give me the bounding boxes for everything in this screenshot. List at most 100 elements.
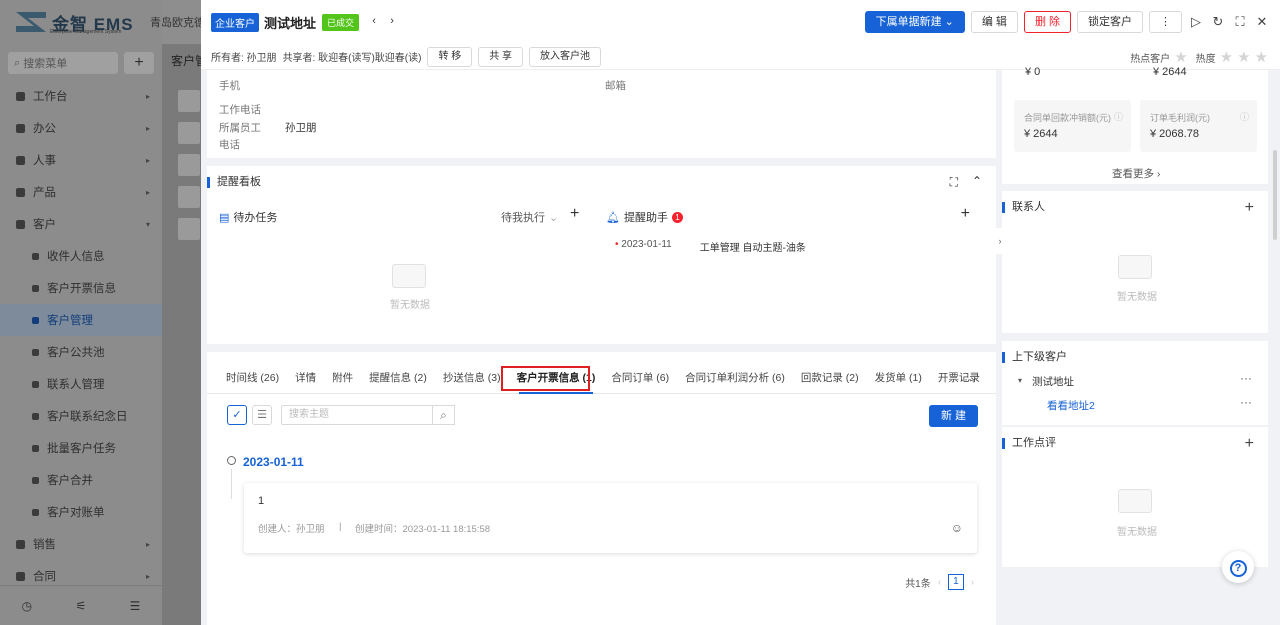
sidebar-item[interactable]: 客户管理 (0, 304, 162, 336)
sidebar-item[interactable]: 产品 ▸ (0, 176, 162, 208)
menu-search-placeholder: 搜索菜单 (23, 58, 68, 70)
tab[interactable]: 详情 (287, 352, 324, 394)
sidebar-item[interactable]: 收件人信息 (0, 240, 162, 272)
sidebar-footer: ◷ ⚟ ☰ (0, 585, 162, 625)
prev-page-icon[interactable]: ‹ (938, 577, 941, 588)
clock-icon (227, 456, 236, 465)
filter-icon[interactable]: ⚟ (75, 599, 86, 613)
add-todo-icon[interactable]: + (570, 205, 579, 223)
meta-separator: | (339, 521, 342, 532)
share-button[interactable]: 共 享 (478, 46, 524, 67)
tab[interactable]: 回款记录 (2) (793, 352, 867, 394)
list-view-icon[interactable]: ☰ (252, 405, 272, 425)
company-name: 青岛欧克德 (150, 17, 205, 29)
reminder-text: 工单管理 自动主题-油条 (699, 243, 806, 254)
sidebar-nav: 工作台 ▸ 办公 ▸ 人事 ▸ 产品 ▸ 客户 ▾ 收件人信息 客户开票信息 客户管理 客户公共池 联系人管… (0, 80, 162, 592)
sidebar-item[interactable]: 客户 ▾ (0, 208, 162, 240)
menu-search-input[interactable]: ⌕ 搜索菜单 (8, 52, 118, 74)
tab[interactable]: 开票记录 (930, 352, 988, 394)
right-scrollbar[interactable] (1273, 150, 1277, 240)
sidebar-item[interactable]: 客户公共池 (0, 336, 162, 368)
add-menu-button[interactable]: + (124, 52, 154, 74)
lock-customer-button[interactable]: 锁定客户 (1077, 11, 1143, 33)
timeline-view-icon[interactable]: ✓ (227, 405, 247, 425)
fullscreen-icon[interactable]: ⛶ (950, 175, 958, 190)
tree-expand-icon[interactable]: ▾ (1018, 376, 1022, 385)
sidebar-item[interactable]: 工作台 ▸ (0, 80, 162, 112)
next-page-icon[interactable]: › (971, 577, 974, 588)
collapse-up-icon[interactable]: ⌃ (972, 174, 982, 188)
invoice-search-input[interactable]: 搜索主题 (281, 405, 433, 425)
staff-value: 孙卫朋 (285, 122, 317, 134)
sidebar-item[interactable]: 联系人管理 (0, 368, 162, 400)
tree-root-more-icon[interactable]: ··· (1240, 371, 1252, 385)
tree-child-more-icon[interactable]: ··· (1240, 395, 1252, 409)
comment-icon[interactable]: ☺ (951, 521, 963, 535)
heat-label: 热度 (1195, 54, 1216, 65)
tab[interactable]: 抄送信息 (3) (435, 352, 509, 394)
tab[interactable]: 合同订单利润分析 (6) (677, 352, 793, 394)
timeline-line (231, 469, 232, 499)
star-icon[interactable]: ★ (1237, 50, 1250, 65)
transfer-button[interactable]: 转 移 (427, 46, 473, 67)
sidebar-item[interactable]: 销售 ▸ (0, 528, 162, 560)
collapse-menu-icon[interactable]: ☰ (130, 599, 141, 613)
related-tabs-panel: 时间线 (26) 详情 附件 提醒信息 (2) 抄送信息 (3) 客户开票信息 (1) 合同… (207, 352, 996, 625)
invoice-record-card[interactable]: 1 创建人：孙卫朋 | 创建时间：2023-01-11 18:15:58 ☺ (244, 483, 977, 553)
add-review-icon[interactable]: + (1245, 435, 1254, 453)
sidebar-item-label: 客户合并 (47, 475, 93, 487)
tab[interactable]: 合同订单 (6) (603, 352, 677, 394)
tree-child-link[interactable]: 看看地址2 (1047, 398, 1095, 413)
tab[interactable]: 发货单 (1) (867, 352, 930, 394)
remind-board-title: 提醒看板 (207, 177, 261, 188)
sidebar-item[interactable]: 客户对账单 (0, 496, 162, 528)
sidebar-item[interactable]: 客户开票信息 (0, 272, 162, 304)
add-contact-icon[interactable]: + (1245, 199, 1254, 217)
sidebar-item[interactable]: 批量客户任务 (0, 432, 162, 464)
hot-customer-label: 热点客户 (1130, 54, 1171, 65)
hot-customer-star-icon[interactable]: ★ (1174, 50, 1187, 65)
refresh-icon[interactable]: ↻ (1210, 14, 1226, 30)
metric-value-top-right: ¥ 2644 (1153, 66, 1187, 78)
chevron-down-icon: ▾ (145, 219, 150, 229)
invoice-creator: 创建人：孙卫朋 (258, 524, 325, 535)
more-actions-button[interactable]: ⋮ (1149, 11, 1182, 33)
chevron-right-icon: ▸ (145, 539, 150, 549)
page-number[interactable]: 1 (948, 574, 964, 590)
sidebar-item[interactable]: 人事 ▸ (0, 144, 162, 176)
next-record-button[interactable]: › (385, 15, 399, 29)
tree-root-label[interactable]: 测试地址 (1032, 374, 1074, 389)
sub-document-new-button[interactable]: 下属单据新建 ⌄ (864, 11, 965, 33)
menu-item-icon (16, 219, 25, 229)
tabs-overflow-button[interactable]: ··· (964, 372, 976, 386)
help-button[interactable]: ? (1222, 551, 1254, 583)
todo-filter[interactable]: 待我执行 ⌄ (501, 209, 558, 225)
tab[interactable]: 附件 (324, 352, 361, 394)
view-more-link[interactable]: 查看更多 › (1112, 166, 1160, 181)
contacts-title: 联系人 (1002, 202, 1045, 213)
view-more-label: 查看更多 (1112, 168, 1154, 180)
search-icon[interactable]: ⌕ (433, 405, 455, 425)
add-reminder-icon[interactable]: + (961, 205, 970, 223)
metric-label: 合同单回款冲销额(元) (1024, 113, 1111, 123)
sidebar-item[interactable]: 办公 ▸ (0, 112, 162, 144)
sidebar-item-label: 产品 (33, 187, 56, 199)
move-to-pool-button[interactable]: 放入客户池 (529, 46, 602, 67)
sidebar-item[interactable]: 客户合并 (0, 464, 162, 496)
tab[interactable]: 提醒信息 (2) (361, 352, 435, 394)
play-icon[interactable]: ▷ (1188, 14, 1204, 30)
history-icon[interactable]: ◷ (22, 599, 32, 613)
reminder-item[interactable]: • 2023-01-11 工单管理 自动主题-油条 (615, 239, 806, 254)
star-icon[interactable]: ★ (1255, 50, 1268, 65)
delete-button[interactable]: 删 除 (1023, 11, 1071, 33)
prev-record-button[interactable]: ‹ (367, 15, 381, 29)
edit-button[interactable]: 编 辑 (970, 11, 1018, 33)
timeline-date: 2023-01-11 (243, 455, 304, 469)
sidebar-item[interactable]: 客户联系纪念日 (0, 400, 162, 432)
new-invoice-button[interactable]: 新 建 (928, 405, 978, 427)
close-icon[interactable]: ✕ (1254, 14, 1270, 30)
fullscreen-icon[interactable]: ⛶ (1232, 14, 1248, 30)
tab[interactable]: 时间线 (26) (218, 352, 287, 394)
star-icon[interactable]: ★ (1220, 50, 1233, 65)
todo-section-title: ▤ 待办任务 (219, 209, 277, 225)
